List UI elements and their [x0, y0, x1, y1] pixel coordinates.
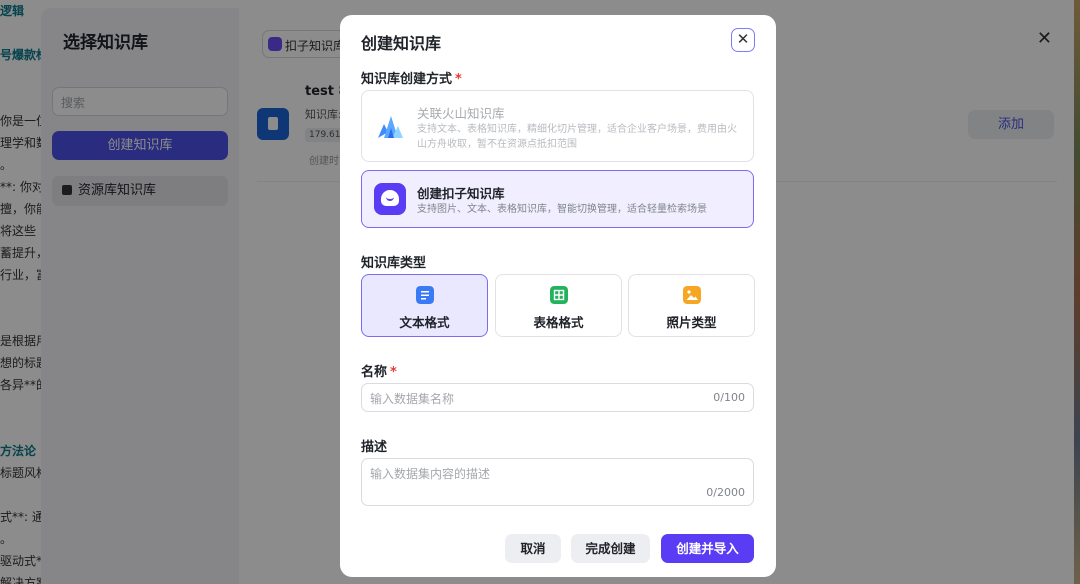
volcano-logo-icon [378, 116, 403, 138]
create-and-import-button[interactable]: 创建并导入 [661, 534, 754, 563]
method-title: 创建扣子知识库 [417, 186, 505, 201]
desc-label: 描述 [361, 440, 388, 455]
required-mark: * [455, 72, 462, 87]
type-card-label: 照片类型 [666, 315, 717, 330]
type-table[interactable]: 表格格式 [495, 274, 622, 337]
desc-counter: 0/2000 [706, 486, 745, 499]
required-mark: * [390, 365, 397, 380]
name-label: 名称 * [361, 365, 397, 380]
method-label: 知识库创建方式 * [361, 72, 462, 87]
image-icon [683, 286, 701, 304]
cancel-button[interactable]: 取消 [505, 534, 561, 563]
method-volcano-kb[interactable]: 关联火山知识库 支持文本、表格知识库，精细化切片管理，适合企业客户场景，费用由火… [361, 90, 754, 162]
coze-logo-icon [374, 183, 406, 215]
text-doc-icon [416, 286, 434, 304]
finish-create-button[interactable]: 完成创建 [571, 534, 650, 563]
method-desc: 支持图片、文本、表格知识库，智能切换管理，适合轻量检索场景 [417, 204, 707, 215]
type-card-label: 表格格式 [533, 315, 584, 330]
type-label: 知识库类型 [361, 256, 427, 271]
table-icon [550, 286, 568, 304]
type-card-label: 文本格式 [399, 315, 450, 330]
description-textarea[interactable]: 输入数据集内容的描述 0/2000 [361, 458, 754, 506]
modal-title: 创建知识库 [361, 34, 442, 53]
type-text[interactable]: 文本格式 [361, 274, 488, 337]
method-coze-kb[interactable]: 创建扣子知识库 支持图片、文本、表格知识库，智能切换管理，适合轻量检索场景 [361, 170, 754, 228]
method-title: 关联火山知识库 [417, 106, 505, 121]
desc-placeholder: 输入数据集内容的描述 [370, 467, 491, 481]
name-counter: 0/100 [713, 391, 745, 404]
close-icon[interactable]: ✕ [731, 28, 755, 52]
method-desc: 支持文本、表格知识库，精细化切片管理，适合企业客户场景，费用由火山方舟收取，暂不… [417, 124, 737, 150]
type-photo[interactable]: 照片类型 [628, 274, 755, 337]
name-placeholder: 输入数据集名称 [370, 392, 455, 406]
create-knowledge-modal: 创建知识库 ✕ 知识库创建方式 * 关联火山知识库 支持文本、表格知识库，精细化切… [340, 15, 776, 577]
name-input[interactable]: 输入数据集名称 0/100 [361, 383, 754, 412]
